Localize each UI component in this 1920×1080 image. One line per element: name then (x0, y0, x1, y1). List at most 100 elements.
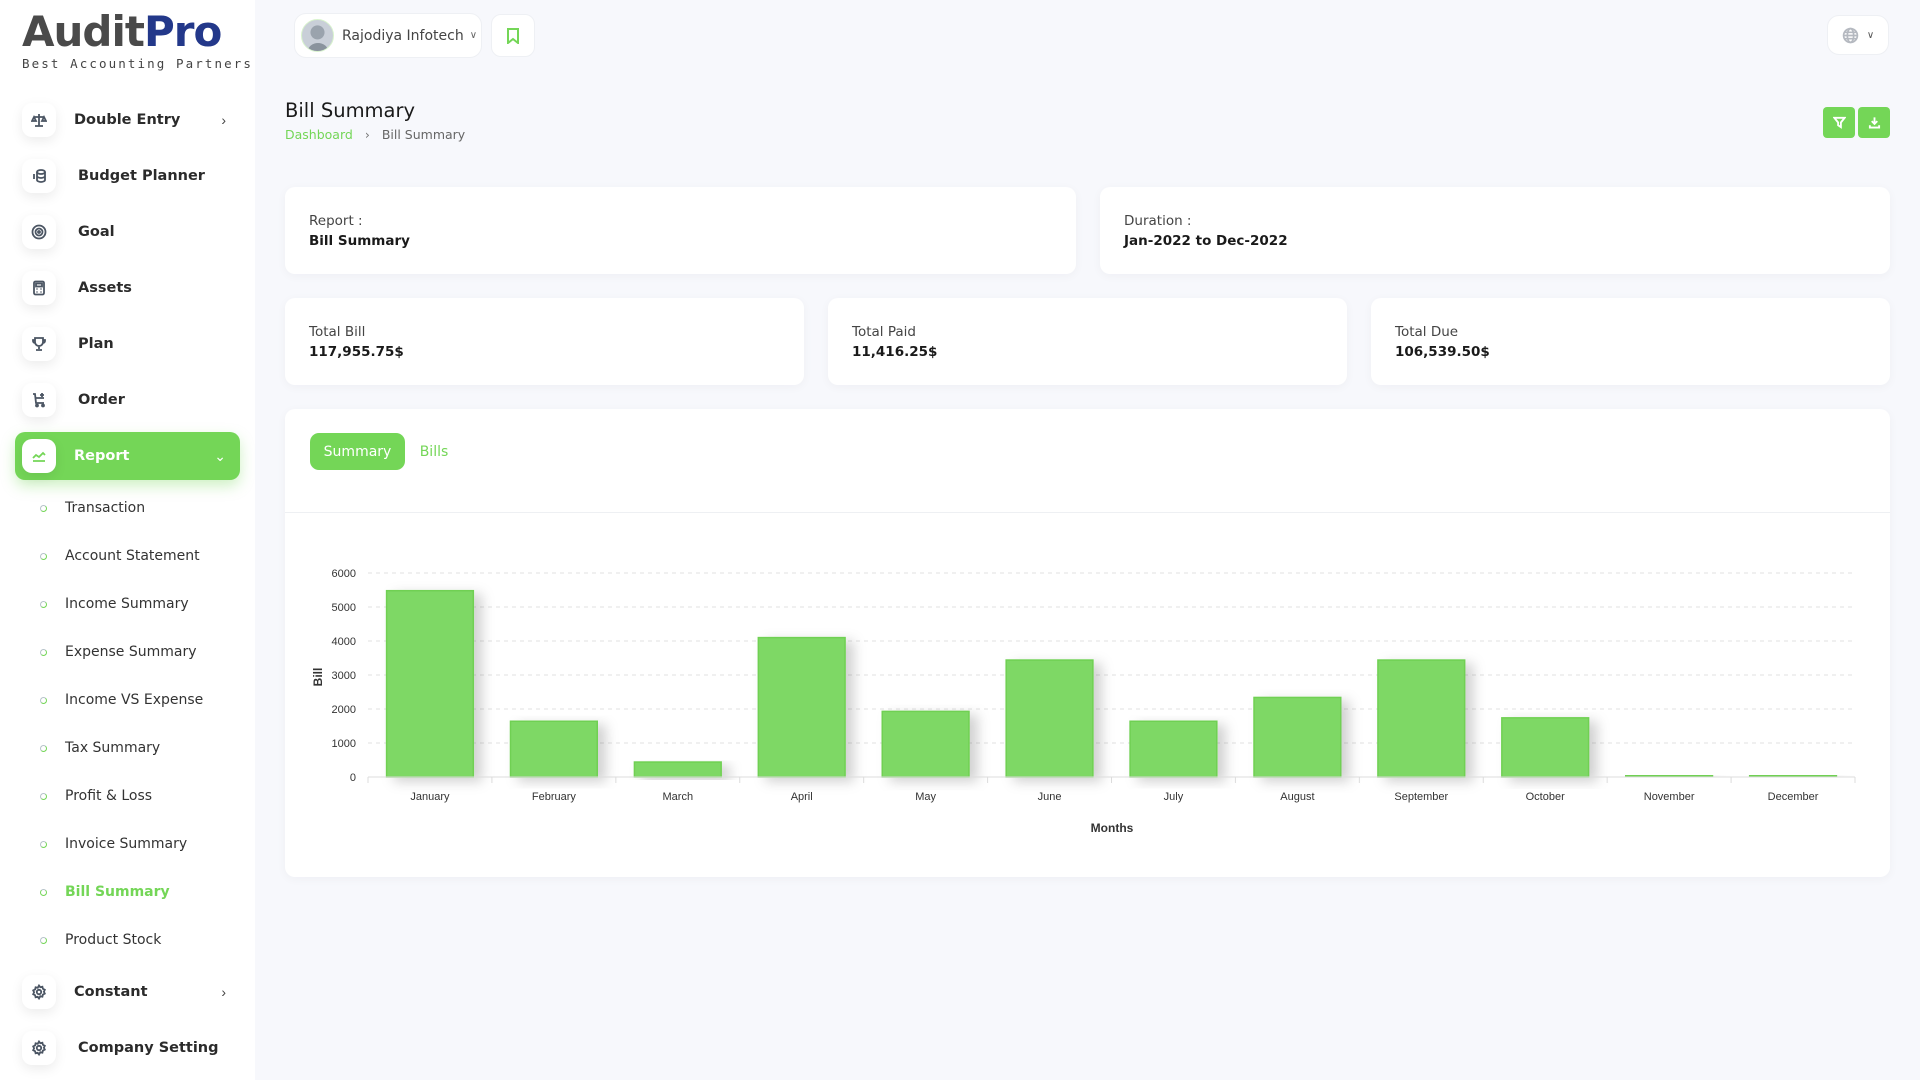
bar-january[interactable] (385, 589, 475, 778)
sidebar-subitem-account-statement[interactable]: Account Statement (40, 544, 200, 568)
sidebar-item-label: Assets (78, 280, 132, 296)
sidebar-item-label: Company Setting (78, 1040, 219, 1056)
sidebar-subitem-income-vs-expense[interactable]: Income VS Expense (40, 688, 203, 712)
trophy-icon (22, 327, 56, 361)
stat-value: 117,955.75$ (309, 344, 404, 360)
breadcrumb: Dashboard › Bill Summary (285, 127, 465, 142)
x-tick-label: May (915, 791, 936, 803)
sidebar-subitem-income-summary[interactable]: Income Summary (40, 592, 189, 616)
sidebar: AuditPro Best Accounting Partners Double… (0, 0, 255, 1080)
bar-october[interactable] (1501, 717, 1590, 778)
bar-february[interactable] (509, 720, 598, 778)
report-value: Bill Summary (309, 233, 410, 249)
sidebar-subitem-label: Profit & Loss (65, 788, 153, 804)
chevron-right-icon: › (364, 127, 370, 142)
total-paid-card: Total Paid 11,416.25$ (828, 298, 1347, 385)
sidebar-item-goal[interactable]: Goal (15, 208, 240, 256)
duration-value: Jan-2022 to Dec-2022 (1124, 233, 1288, 249)
bullet-icon (40, 840, 47, 848)
breadcrumb-current: Bill Summary (381, 127, 466, 142)
total-bill-card: Total Bill 117,955.75$ (285, 298, 804, 385)
sidebar-item-label: Budget Planner (78, 168, 205, 184)
download-button[interactable] (1858, 107, 1890, 138)
bar-april[interactable] (757, 636, 846, 778)
sidebar-subitem-transaction[interactable]: Transaction (40, 496, 145, 520)
sidebar-item-label: Report (74, 448, 130, 464)
bullet-icon (40, 552, 47, 560)
filter-icon (1832, 116, 1846, 129)
bookmark-button[interactable] (491, 14, 535, 57)
sidebar-item-assets[interactable]: Assets (15, 264, 240, 312)
company-name: Rajodiya Infotech (342, 27, 464, 44)
tab-summary[interactable]: Summary (310, 433, 405, 470)
sidebar-item-plan[interactable]: Plan (15, 320, 240, 368)
total-due-card: Total Due 106,539.50$ (1371, 298, 1890, 385)
filter-button[interactable] (1823, 107, 1855, 138)
target-icon (22, 215, 56, 249)
y-axis-title: Bill (311, 668, 325, 687)
bullet-icon (40, 504, 47, 512)
language-switcher[interactable]: ∨ (1827, 15, 1889, 55)
x-tick-label: February (532, 791, 577, 803)
bar-july[interactable] (1129, 720, 1218, 778)
sidebar-subitem-tax-summary[interactable]: Tax Summary (40, 736, 160, 760)
calculator-icon (22, 271, 56, 305)
sidebar-item-double-entry[interactable]: Double Entry › (15, 96, 240, 144)
logo-text-pro: Pro (143, 7, 222, 56)
x-tick-label: June (1038, 791, 1062, 803)
bar-august[interactable] (1253, 696, 1342, 778)
sidebar-subitem-label: Product Stock (65, 932, 162, 948)
x-axis-title: Months (1091, 821, 1134, 835)
sidebar-item-label: Constant (74, 984, 148, 1000)
download-icon (1868, 117, 1880, 129)
sidebar-subitem-label: Income VS Expense (65, 692, 204, 708)
sidebar-subitem-bill-summary[interactable]: Bill Summary (40, 880, 170, 904)
report-label: Report : (309, 213, 363, 229)
tab-bills[interactable]: Bills (412, 433, 456, 470)
logo[interactable]: AuditPro Best Accounting Partners (22, 7, 253, 72)
sidebar-subitem-label: Bill Summary (65, 884, 170, 900)
stat-value: 106,539.50$ (1395, 344, 1490, 360)
bar-may[interactable] (881, 710, 970, 778)
sidebar-subitem-product-stock[interactable]: Product Stock (40, 928, 161, 952)
y-tick-label: 5000 (332, 602, 356, 614)
company-switcher[interactable]: Rajodiya Infotech ∨ (294, 13, 482, 58)
sidebar-item-company-setting[interactable]: Company Setting (15, 1024, 240, 1072)
chevron-down-icon: ∨ (1866, 29, 1875, 41)
sidebar-item-label: Order (78, 392, 125, 408)
sidebar-subitem-profit-loss[interactable]: Profit & Loss (40, 784, 152, 808)
sidebar-subitem-label: Tax Summary (65, 740, 161, 756)
bar-june[interactable] (1005, 659, 1094, 778)
x-tick-label: April (791, 791, 813, 803)
page-title: Bill Summary (285, 99, 416, 122)
breadcrumb-dashboard-link[interactable]: Dashboard (285, 127, 353, 142)
x-tick-label: November (1644, 791, 1695, 803)
sidebar-subitem-expense-summary[interactable]: Expense Summary (40, 640, 197, 664)
x-tick-label: December (1768, 791, 1819, 803)
sidebar-item-label: Plan (78, 336, 114, 352)
bar-march[interactable] (633, 761, 722, 778)
bullet-icon (40, 648, 47, 656)
sidebar-item-constant[interactable]: Constant › (15, 968, 240, 1016)
y-tick-label: 4000 (332, 636, 356, 648)
sidebar-item-label: Goal (78, 224, 115, 240)
bullet-icon (40, 744, 47, 752)
sidebar-subitem-label: Account Statement (65, 548, 200, 564)
sidebar-item-label: Double Entry (74, 112, 181, 128)
chart-line-icon (22, 439, 56, 473)
sidebar-subitem-label: Income Summary (65, 596, 189, 612)
sidebar-subitem-invoice-summary[interactable]: Invoice Summary (40, 832, 187, 856)
chevron-right-icon: › (221, 112, 226, 128)
logo-text-audit: Audit (22, 7, 145, 56)
sidebar-item-budget-planner[interactable]: Budget Planner (15, 152, 240, 200)
bullet-icon (40, 888, 47, 896)
gear-icon (22, 975, 56, 1009)
y-tick-label: 2000 (332, 704, 356, 716)
bar-september[interactable] (1377, 659, 1466, 778)
cart-plus-icon (22, 383, 56, 417)
sidebar-item-order[interactable]: Order (15, 376, 240, 424)
sidebar-item-report[interactable]: Report ⌄ (15, 432, 240, 480)
sidebar-subitem-label: Transaction (65, 500, 146, 516)
globe-icon (1842, 27, 1859, 43)
x-tick-label: January (410, 791, 450, 803)
